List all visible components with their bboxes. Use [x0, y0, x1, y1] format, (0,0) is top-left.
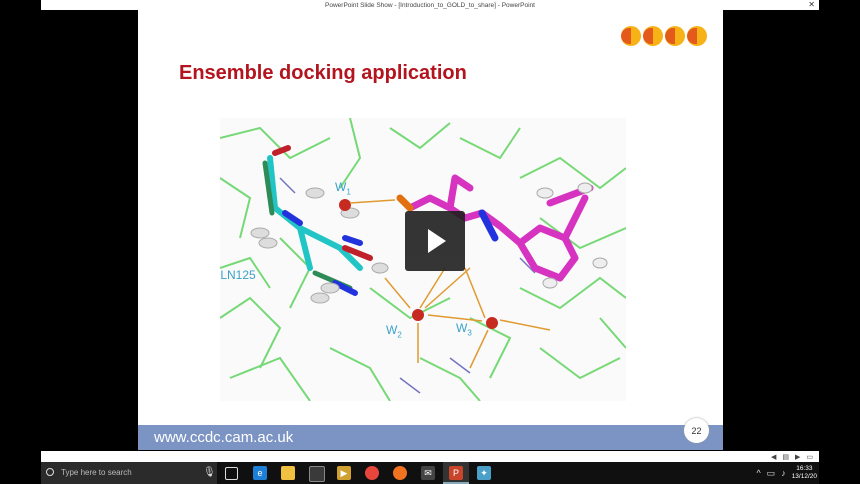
next-slide-icon[interactable]: ▶ — [795, 453, 800, 461]
chevron-up-icon[interactable]: ^ — [756, 468, 760, 478]
store-icon[interactable] — [309, 466, 325, 482]
ccdc-logo — [621, 26, 707, 46]
water-label-3: W3 — [456, 321, 472, 338]
network-icon[interactable]: ▭ — [767, 468, 776, 479]
clock-time: 16:33 — [796, 465, 813, 472]
menu-icon[interactable]: ▤ — [782, 453, 789, 461]
window-title: PowerPoint Slide Show - [Introduction_to… — [325, 1, 535, 9]
slideshow-statusbar: ◀ ▤ ▶ ▭ — [41, 451, 819, 462]
taskbar-search-box[interactable]: Type here to search 🎙 — [41, 462, 217, 484]
footer-url: www.ccdc.cam.ac.uk — [154, 429, 294, 446]
slide-footer: www.ccdc.cam.ac.uk — [138, 425, 723, 450]
media-icon[interactable]: ▶ — [337, 466, 351, 480]
clock-date: 13/12/20 — [791, 473, 817, 480]
water-label-2: W2 — [386, 323, 402, 340]
clock[interactable]: 16:33 13/12/20 — [792, 465, 817, 481]
close-icon[interactable]: ✕ — [808, 0, 815, 10]
previous-slide-icon[interactable]: ◀ — [771, 453, 776, 461]
slide-title: Ensemble docking application — [179, 62, 467, 84]
residue-label: GLN125 — [220, 268, 256, 282]
water-label-1: W1 — [335, 180, 351, 197]
system-tray: ^ ▭ ♪ 16:33 13/12/20 — [756, 462, 819, 484]
volume-icon[interactable]: ♪ — [781, 468, 786, 478]
play-video-button[interactable] — [405, 211, 465, 271]
taskbar: Type here to search 🎙 e ▶ ✉ P ✦ ^ ▭ ♪ 16… — [41, 462, 819, 484]
slide[interactable]: Ensemble docking application W1 W2 W3 LN… — [138, 10, 723, 450]
microphone-icon[interactable]: 🎙 — [203, 467, 216, 478]
firefox-icon[interactable] — [393, 466, 407, 480]
search-placeholder: Type here to search — [61, 468, 132, 477]
search-icon — [46, 468, 54, 476]
mail-icon[interactable]: ✉ — [421, 466, 435, 480]
view-icon[interactable]: ▭ — [806, 453, 813, 461]
docking-figure: W1 W2 W3 GLN125 — [220, 118, 626, 401]
app-icon[interactable]: ✦ — [477, 466, 491, 480]
chrome-icon[interactable] — [365, 466, 379, 480]
page-number: 22 — [684, 418, 709, 443]
task-view-icon[interactable] — [225, 467, 238, 480]
edge-icon[interactable]: e — [253, 466, 267, 480]
window-titlebar: PowerPoint Slide Show - [Introduction_to… — [41, 0, 819, 10]
powerpoint-icon: P — [449, 466, 463, 480]
file-explorer-icon[interactable] — [281, 466, 295, 480]
